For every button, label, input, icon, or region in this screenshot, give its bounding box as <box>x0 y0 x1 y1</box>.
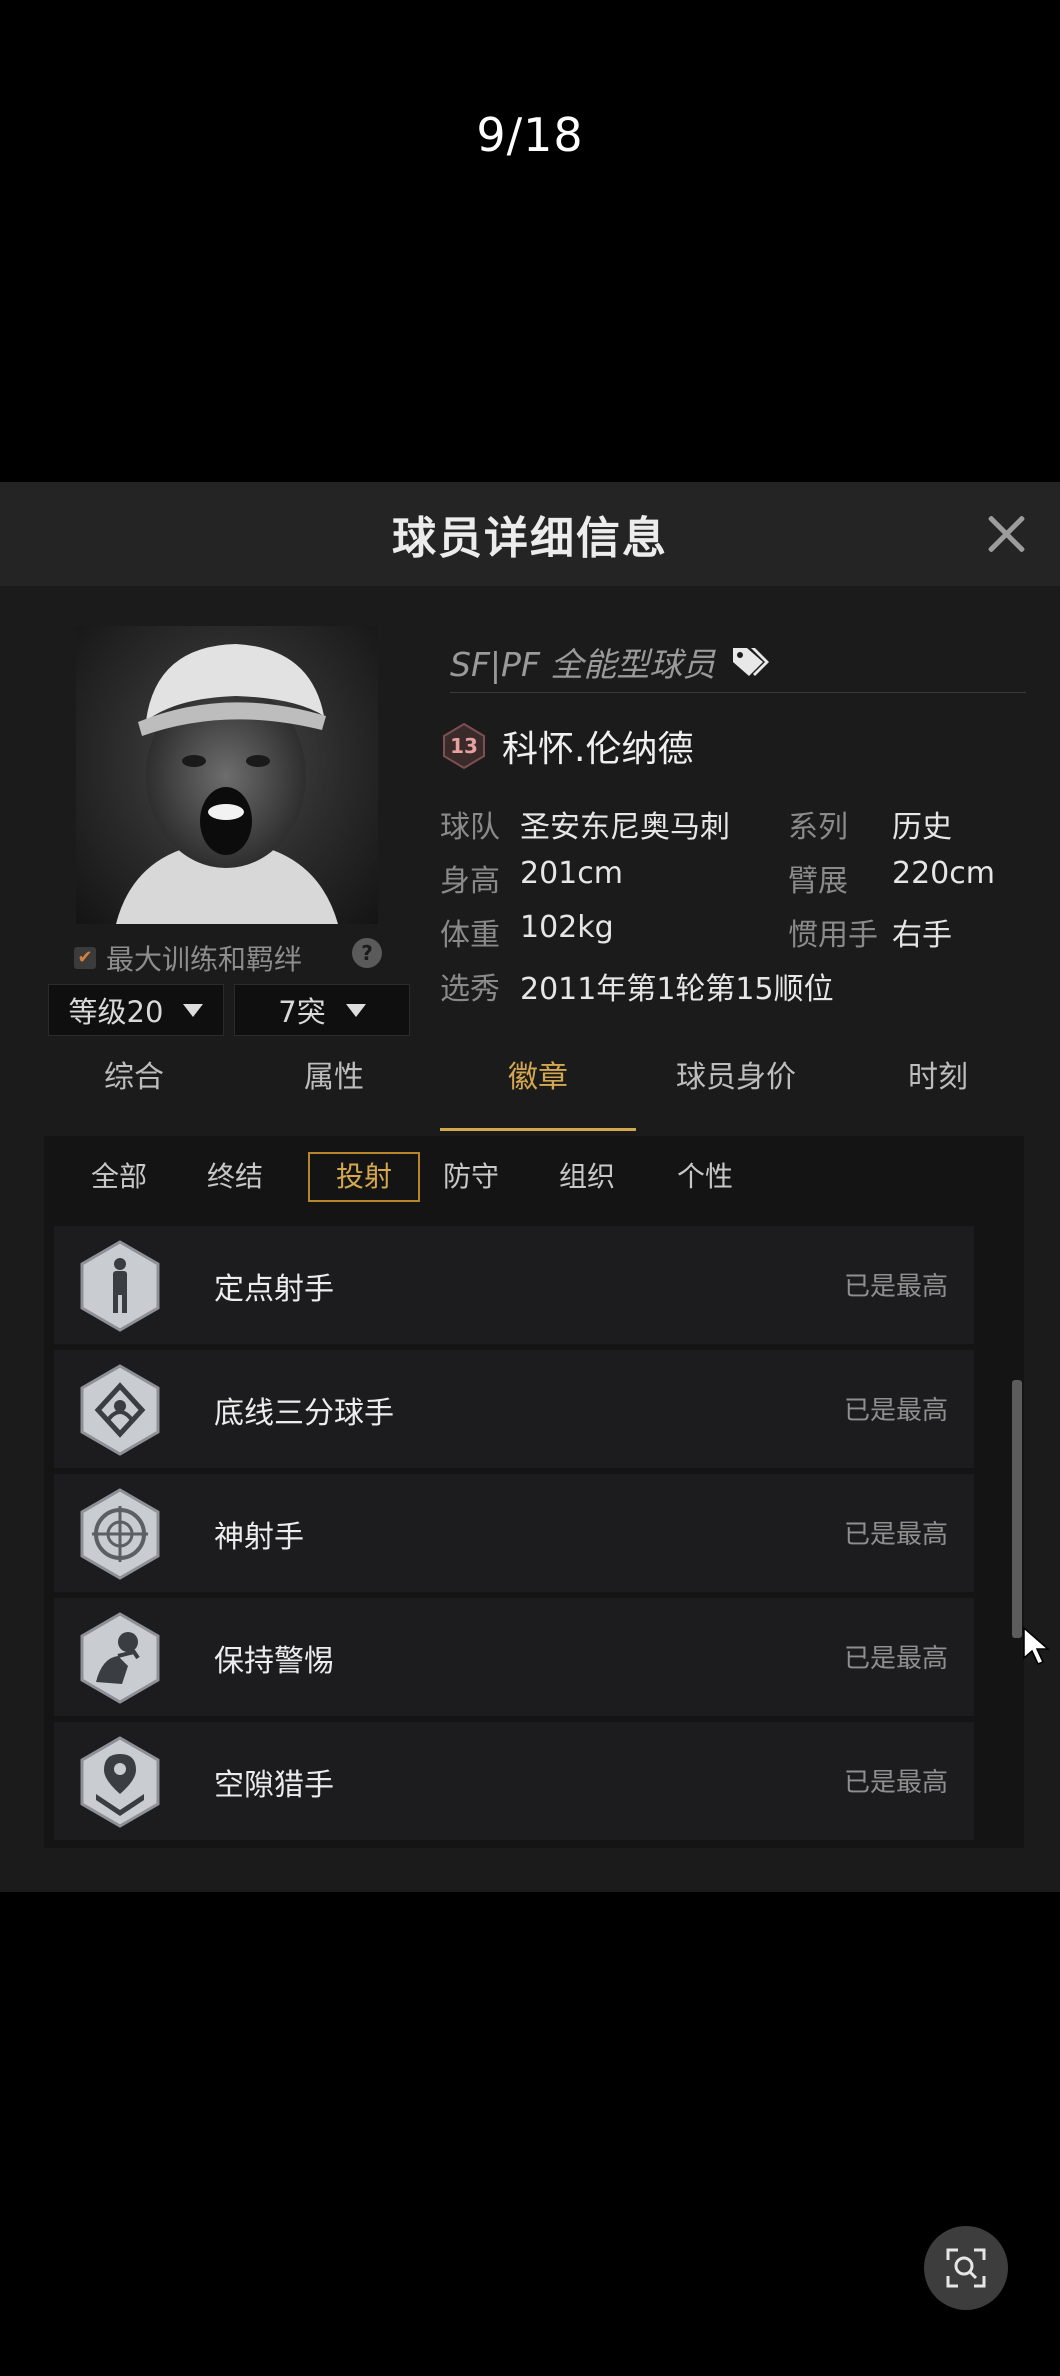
tab-moments[interactable]: 时刻 <box>838 1050 1038 1106</box>
subtab-personality[interactable]: 个性 <box>650 1152 760 1202</box>
info-value: 圣安东尼奥马刺 <box>520 810 730 845</box>
standing-player-icon <box>80 1240 160 1332</box>
jersey-number-badge: 13 <box>440 722 488 770</box>
level-selector[interactable]: 等级20 <box>48 984 224 1036</box>
info-label: 身高 <box>440 864 500 899</box>
location-pin-icon <box>80 1736 160 1828</box>
player-portrait-image <box>116 644 338 924</box>
tab-overview[interactable]: 综合 <box>34 1050 234 1106</box>
dialog-title: 球员详细信息 <box>392 513 668 564</box>
tab-player-value[interactable]: 球员身价 <box>636 1050 836 1106</box>
player-role: SF|PF 全能型球员 <box>450 632 1026 693</box>
badges-panel: 全部 终结 投射 防守 组织 个性 定点射手 已是最高 底线三分球手 已是最高 … <box>44 1136 1024 1848</box>
corner-court-icon <box>80 1364 160 1456</box>
mouse-cursor-icon <box>1023 1626 1050 1665</box>
list-item[interactable]: 保持警惕 已是最高 <box>54 1598 974 1716</box>
info-value: 历史 <box>892 810 952 845</box>
player-name: 科怀.伦纳德 <box>502 729 694 770</box>
info-label: 球队 <box>440 810 500 845</box>
crosshair-icon <box>80 1488 160 1580</box>
player-portrait <box>76 626 378 924</box>
jersey-number: 13 <box>450 734 478 758</box>
list-scrollbar[interactable] <box>1012 1380 1022 1638</box>
info-value: 201cm <box>520 856 623 891</box>
tab-badges[interactable]: 徽章 <box>438 1050 638 1106</box>
info-label: 选秀 <box>440 972 500 1007</box>
player-detail-dialog: 球员详细信息 ✔ 最大训练和羁绊 ? 等级20 7突 SF|PF 全能型球员 1… <box>0 482 1060 1892</box>
badge-name: 空隙猎手 <box>214 1768 334 1803</box>
badge-status: 已是最高 <box>843 1644 948 1674</box>
image-search-icon <box>946 2248 986 2288</box>
subtab-playmaking[interactable]: 组织 <box>532 1152 642 1202</box>
dropdown-arrow-icon <box>183 1003 204 1017</box>
max-training-bond-toggle[interactable]: ✔ 最大训练和羁绊 <box>74 938 302 978</box>
subtab-all[interactable]: 全部 <box>64 1152 174 1202</box>
active-tab-indicator <box>440 1128 636 1131</box>
image-search-button[interactable] <box>924 2226 1008 2310</box>
info-label: 体重 <box>440 918 500 953</box>
subtab-defense[interactable]: 防守 <box>416 1152 526 1202</box>
checkbox-icon[interactable]: ✔ <box>74 947 96 969</box>
list-item[interactable]: 空隙猎手 已是最高 <box>54 1722 974 1840</box>
main-tabs: 综合 属性 徽章 球员身价 时刻 <box>0 1050 1060 1114</box>
badge-status: 已是最高 <box>843 1520 948 1550</box>
info-value: 102kg <box>520 910 614 945</box>
subtab-shooting[interactable]: 投射 <box>308 1152 420 1202</box>
breakthrough-selector[interactable]: 7突 <box>234 984 410 1036</box>
max-training-bond-label: 最大训练和羁绊 <box>106 943 303 976</box>
subtab-finishing[interactable]: 终结 <box>180 1152 290 1202</box>
list-item[interactable]: 神射手 已是最高 <box>54 1474 974 1592</box>
ball-handler-icon <box>80 1612 160 1704</box>
info-label: 系列 <box>788 810 848 845</box>
help-icon[interactable]: ? <box>352 938 382 968</box>
player-role-text: SF|PF 全能型球员 <box>450 645 716 684</box>
page-counter: 9/18 <box>476 108 584 162</box>
info-value: 右手 <box>892 918 952 953</box>
tag-icon[interactable] <box>729 644 770 680</box>
info-value: 220cm <box>892 856 995 891</box>
list-item[interactable]: 定点射手 已是最高 <box>54 1226 974 1344</box>
badge-name: 定点射手 <box>214 1272 334 1307</box>
badge-status: 已是最高 <box>843 1396 948 1426</box>
info-label: 惯用手 <box>788 918 878 953</box>
breakthrough-selector-value: 7突 <box>278 995 326 1029</box>
close-button[interactable] <box>980 508 1032 560</box>
badge-name: 神射手 <box>214 1520 304 1555</box>
dialog-header: 球员详细信息 <box>0 482 1060 586</box>
dropdown-arrow-icon <box>345 1003 366 1017</box>
badge-status: 已是最高 <box>843 1272 948 1302</box>
list-item[interactable]: 底线三分球手 已是最高 <box>54 1350 974 1468</box>
info-value: 2011年第1轮第15顺位 <box>520 972 834 1007</box>
badge-status: 已是最高 <box>843 1768 948 1798</box>
badge-name: 保持警惕 <box>214 1644 334 1679</box>
level-selector-value: 等级20 <box>68 995 164 1029</box>
info-label: 臂展 <box>788 864 848 899</box>
badge-name: 底线三分球手 <box>214 1396 394 1431</box>
player-name-row: 13 科怀.伦纳德 <box>440 720 693 772</box>
tab-attributes[interactable]: 属性 <box>234 1050 434 1106</box>
